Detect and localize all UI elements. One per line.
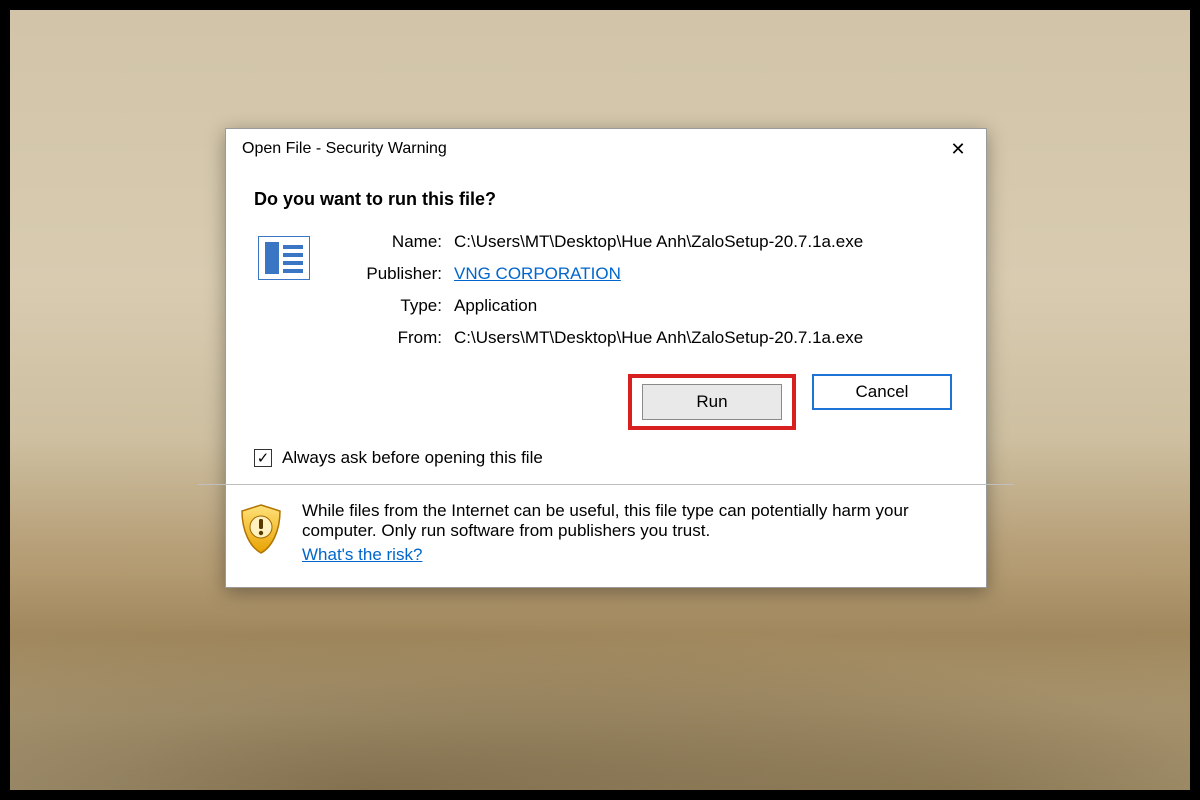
- warning-message: While files from the Internet can be use…: [302, 501, 909, 540]
- shield-warning-icon: [238, 503, 284, 555]
- security-warning-dialog: Open File - Security Warning ✕ Do you wa…: [225, 128, 987, 588]
- check-icon: ✓: [257, 451, 270, 466]
- tutorial-highlight: Run: [628, 374, 796, 430]
- from-label: From:: [332, 328, 442, 348]
- from-value: C:\Users\MT\Desktop\Hue Anh\ZaloSetup-20…: [454, 328, 863, 348]
- close-icon: ✕: [950, 139, 965, 160]
- always-ask-label: Always ask before opening this file: [282, 448, 543, 468]
- warning-text: While files from the Internet can be use…: [302, 501, 958, 565]
- run-button-label: Run: [696, 392, 727, 412]
- whats-the-risk-link[interactable]: What's the risk?: [302, 545, 422, 565]
- cancel-button-label: Cancel: [856, 382, 909, 402]
- application-icon: [258, 236, 310, 280]
- publisher-link[interactable]: VNG CORPORATION: [454, 264, 621, 283]
- run-button[interactable]: Run: [642, 384, 782, 420]
- name-value: C:\Users\MT\Desktop\Hue Anh\ZaloSetup-20…: [454, 232, 863, 252]
- dialog-heading: Do you want to run this file?: [254, 189, 958, 210]
- close-button[interactable]: ✕: [934, 131, 982, 167]
- name-label: Name:: [332, 232, 442, 252]
- type-label: Type:: [332, 296, 442, 316]
- always-ask-row[interactable]: ✓ Always ask before opening this file: [254, 448, 958, 468]
- desert-dune: [10, 572, 1190, 790]
- warning-section: While files from the Internet can be use…: [226, 485, 986, 587]
- dialog-body: Do you want to run this file? Name: C:\U…: [226, 169, 986, 468]
- publisher-label: Publisher:: [332, 264, 442, 284]
- file-info: Name: C:\Users\MT\Desktop\Hue Anh\ZaloSe…: [254, 232, 958, 348]
- cancel-button[interactable]: Cancel: [812, 374, 952, 410]
- file-fields: Name: C:\Users\MT\Desktop\Hue Anh\ZaloSe…: [332, 232, 863, 348]
- button-row: Run Cancel: [254, 374, 952, 430]
- type-value: Application: [454, 296, 863, 316]
- titlebar[interactable]: Open File - Security Warning ✕: [226, 129, 986, 169]
- viewport: Open File - Security Warning ✕ Do you wa…: [0, 0, 1200, 800]
- window-title: Open File - Security Warning: [242, 140, 447, 158]
- always-ask-checkbox[interactable]: ✓: [254, 449, 272, 467]
- desktop-background: Open File - Security Warning ✕ Do you wa…: [10, 10, 1190, 790]
